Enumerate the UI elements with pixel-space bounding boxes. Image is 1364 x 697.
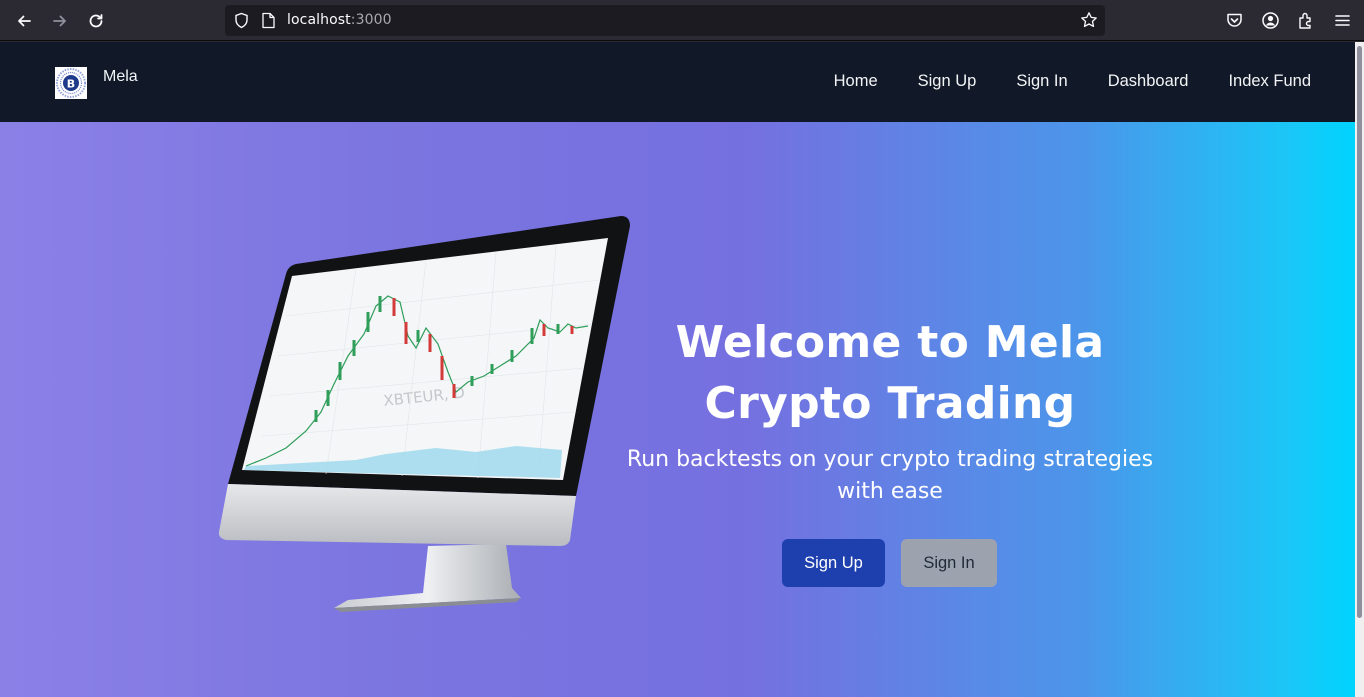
hero-subtitle: Run backtests on your crypto trading str… [610, 444, 1170, 508]
nav-dashboard[interactable]: Dashboard [1108, 72, 1189, 91]
back-button[interactable] [11, 8, 37, 34]
shield-icon[interactable] [233, 12, 250, 29]
hero-title: Welcome to Mela Crypto Trading [600, 312, 1180, 434]
extensions-icon[interactable] [1297, 11, 1316, 30]
scrollbar-thumb[interactable] [1357, 46, 1362, 618]
bookmark-star-icon[interactable] [1080, 11, 1098, 29]
forward-button[interactable] [47, 8, 73, 34]
address-bar[interactable]: localhost:3000 [225, 5, 1105, 36]
nav-sign-in[interactable]: Sign In [1016, 72, 1067, 91]
account-icon[interactable] [1261, 11, 1280, 30]
reload-icon [89, 14, 103, 28]
hero-subtitle-line2: with ease [837, 479, 943, 504]
nav-links: Home Sign Up Sign In Dashboard Index Fun… [794, 72, 1311, 91]
webpage: B Mela Home Sign Up Sign In Dashboard In… [0, 42, 1355, 697]
nav-home[interactable]: Home [834, 72, 878, 91]
site-navbar: B Mela Home Sign Up Sign In Dashboard In… [0, 42, 1355, 122]
brand-name[interactable]: Mela [103, 68, 138, 86]
hero-title-line2: Crypto Trading [704, 378, 1076, 429]
hero-subtitle-line1: Run backtests on your crypto trading str… [626, 447, 1154, 472]
svg-text:B: B [67, 78, 75, 91]
hero-section: XBTEUR, D Welcome to Mela Crypto Trading [0, 122, 1355, 697]
url-host: localhost [287, 12, 351, 28]
back-arrow-icon [18, 15, 31, 27]
hero-sign-up-button[interactable]: Sign Up [782, 539, 885, 587]
bitcoin-logo-icon[interactable]: B [55, 67, 87, 99]
monitor-illustration: XBTEUR, D [218, 216, 630, 612]
reload-button[interactable] [83, 8, 109, 34]
browser-toolbar: localhost:3000 [0, 0, 1364, 41]
nav-sign-up[interactable]: Sign Up [918, 72, 977, 91]
pocket-icon[interactable] [1225, 11, 1244, 30]
hero-sign-in-button[interactable]: Sign In [901, 539, 997, 587]
url-port: :3000 [350, 12, 392, 28]
forward-arrow-icon [53, 15, 66, 27]
page-scrollbar[interactable] [1355, 42, 1364, 697]
url-text[interactable]: localhost:3000 [287, 12, 392, 28]
menu-icon[interactable] [1333, 11, 1352, 30]
hero-title-line1: Welcome to Mela [675, 317, 1105, 368]
nav-index-fund[interactable]: Index Fund [1228, 72, 1311, 91]
page-icon[interactable] [261, 12, 276, 29]
